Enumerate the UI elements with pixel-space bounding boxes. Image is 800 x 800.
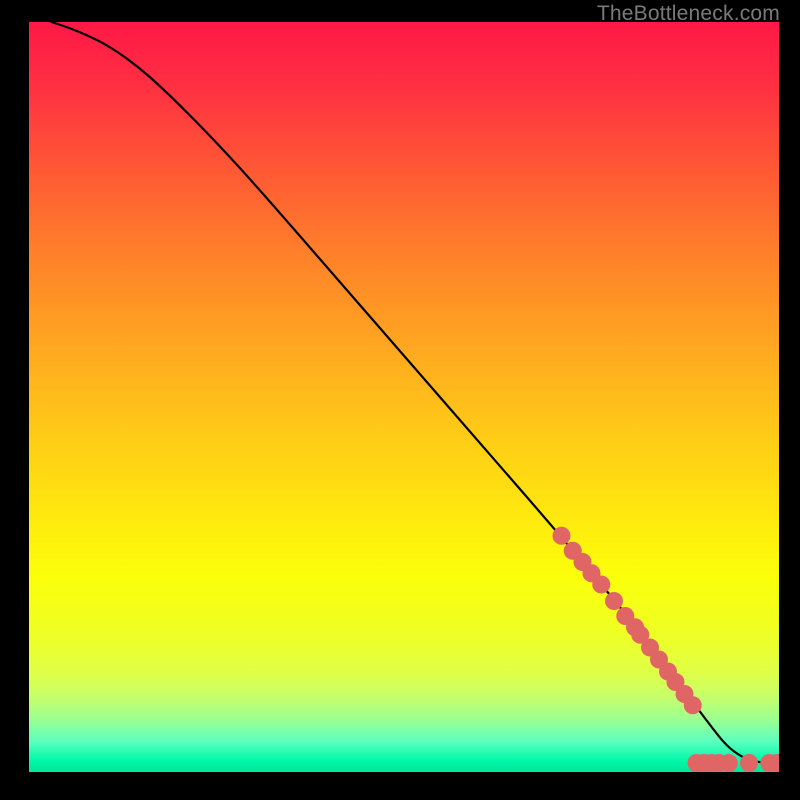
plot-area <box>29 22 779 772</box>
marker-dot <box>740 754 758 772</box>
marker-dot <box>605 592 623 610</box>
marker-group <box>553 527 780 772</box>
marker-dot <box>684 696 702 714</box>
marker-dot <box>553 527 571 545</box>
marker-dot <box>592 576 610 594</box>
chart-stage: TheBottleneck.com <box>0 0 800 800</box>
marker-dot <box>720 754 738 772</box>
chart-svg <box>29 22 779 772</box>
curve-line <box>52 22 780 763</box>
